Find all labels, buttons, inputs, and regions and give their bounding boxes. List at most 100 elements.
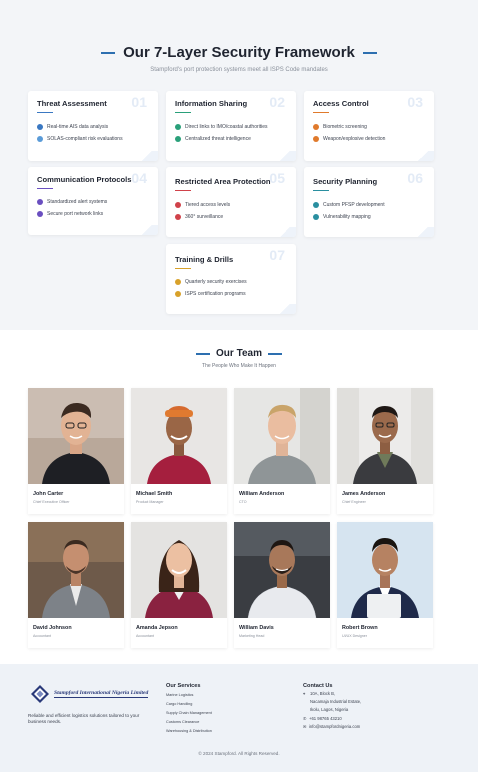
copyright: © 2024 Stampford. All Rights Reserved. — [198, 751, 280, 756]
team-title-row: Our Team — [0, 348, 478, 359]
footer-link-supply-chain[interactable]: Supply Chain Management — [166, 711, 212, 715]
network-icon — [37, 211, 43, 217]
phone-link[interactable]: +61 98765 43210 — [309, 716, 342, 722]
member-role: Chief Engineer — [342, 500, 366, 504]
member-name: David Johnson — [33, 625, 72, 631]
camera-icon — [175, 214, 181, 220]
card-corner-decoration — [412, 227, 434, 237]
team-member-card[interactable]: John Carter Chief Executive Officer — [28, 388, 124, 514]
team-member-card[interactable]: David Johnson Accountant — [28, 522, 124, 648]
card-number: 02 — [269, 94, 285, 110]
card-corner-decoration — [136, 151, 158, 161]
search-icon — [313, 136, 319, 142]
framework-card-restricted-area-protection: 05 Restricted Area Protection Tiered acc… — [166, 167, 296, 237]
card-number: 01 — [131, 94, 147, 110]
email-link[interactable]: info@stampfordnigeria.com — [309, 724, 360, 730]
team-member-card[interactable]: William Davis Marketing Head — [234, 522, 330, 648]
member-role: CTO — [239, 500, 247, 504]
card-title: Training & Drills — [175, 255, 234, 264]
footer-link-cargo-handling[interactable]: Cargo Handling — [166, 702, 192, 706]
card-number: 07 — [269, 247, 285, 263]
title-divider-right — [362, 51, 377, 54]
member-name: Robert Brown — [342, 625, 378, 631]
card-number: 05 — [269, 170, 285, 186]
email-icon: ✉ — [303, 724, 307, 729]
services-title: Our Services — [166, 683, 201, 689]
card-number: 06 — [407, 170, 423, 186]
company-logo[interactable]: Stampford International Nigeria Limited — [30, 684, 149, 704]
map-icon — [313, 214, 319, 220]
certificate-icon — [175, 291, 181, 297]
card-item: Tiered access levels — [175, 202, 230, 208]
card-title: Security Planning — [313, 177, 378, 186]
card-title: Access Control — [313, 99, 369, 108]
logo-icon — [31, 685, 49, 703]
card-corner-decoration — [274, 227, 296, 237]
team-member-card[interactable]: Michael Smith Product Manager — [131, 388, 227, 514]
member-role: Accountant — [33, 634, 51, 638]
contact-title: Contact Us — [303, 683, 333, 689]
calendar-icon — [175, 279, 181, 285]
member-name: Amanda Jepson — [136, 625, 178, 631]
footer-link-marine-logistics[interactable]: Marine Logistics — [166, 693, 193, 697]
card-title: Threat Assessment — [37, 99, 107, 108]
footer-link-customs-clearance[interactable]: Customs Clearance — [166, 720, 199, 724]
framework-title-row: Our 7-Layer Security Framework — [0, 44, 478, 61]
card-number: 03 — [407, 94, 423, 110]
card-item: Centralized threat intelligence — [175, 136, 251, 142]
team-section: Our Team The People Who Make It Happen J… — [0, 330, 478, 664]
card-item: Weapon/explosive detection — [313, 136, 385, 142]
member-photo — [337, 522, 433, 618]
upload-icon — [175, 124, 181, 130]
member-name: James Anderson — [342, 491, 386, 497]
card-corner-decoration — [274, 304, 296, 314]
card-item: ISPS certification programs — [175, 291, 246, 297]
title-divider-left — [101, 51, 116, 54]
card-underline — [313, 112, 329, 113]
card-underline — [175, 268, 191, 269]
member-name: William Anderson — [239, 491, 285, 497]
team-member-card[interactable]: Amanda Jepson Accountant — [131, 522, 227, 648]
card-corner-decoration — [412, 151, 434, 161]
member-photo — [131, 388, 227, 484]
footer-link-warehousing[interactable]: Warehousing & Distribution — [166, 729, 212, 733]
member-photo — [337, 388, 433, 484]
framework-card-security-planning: 06 Security Planning Custom PFSP develop… — [304, 167, 434, 237]
card-item: 360° surveillance — [175, 214, 223, 220]
member-photo — [234, 388, 330, 484]
card-item: Direct links to IMO/coastal authorities — [175, 124, 268, 130]
member-photo — [131, 522, 227, 618]
phone-icon: ✆ — [303, 716, 307, 721]
title-divider-left — [196, 352, 211, 355]
member-photo — [28, 388, 124, 484]
team-member-card[interactable]: Robert Brown UI/UX Designer — [337, 522, 433, 648]
team-member-card[interactable]: William Anderson CTO — [234, 388, 330, 514]
team-subtitle: The People Who Make It Happen — [202, 363, 276, 369]
security-framework-section: Our 7-Layer Security Framework Stampford… — [0, 0, 478, 330]
shield-icon — [175, 202, 181, 208]
card-corner-decoration — [274, 151, 296, 161]
card-title: Communication Protocols — [37, 175, 132, 184]
member-photo — [234, 522, 330, 618]
card-item: SOLAS-compliant risk evaluations — [37, 136, 123, 142]
card-underline — [175, 190, 191, 191]
title-divider-right — [267, 352, 282, 355]
shield-check-icon — [37, 136, 43, 142]
chart-icon — [37, 124, 43, 130]
member-role: Chief Executive Officer — [33, 500, 70, 504]
card-item: Biometric screening — [313, 124, 367, 130]
address-line-2: Nacamaja Industrial Estate, — [310, 699, 362, 704]
team-member-card[interactable]: James Anderson Chief Engineer — [337, 388, 433, 514]
card-number: 04 — [131, 170, 147, 186]
member-name: John Carter — [33, 491, 64, 497]
member-role: UI/UX Designer — [342, 634, 367, 638]
card-item: Secure port network links — [37, 211, 103, 217]
member-photo — [28, 522, 124, 618]
address-line-3: Ikolu, Lagos, Nigeria — [310, 707, 349, 712]
site-footer: Stampford International Nigeria Limited … — [0, 664, 478, 772]
card-underline — [175, 112, 191, 113]
card-underline — [313, 190, 329, 191]
framework-card-threat-assessment: 01 Threat Assessment Real-time AIS data … — [28, 91, 158, 161]
card-item: Custom PFSP development — [313, 202, 385, 208]
member-name: Michael Smith — [136, 491, 173, 497]
